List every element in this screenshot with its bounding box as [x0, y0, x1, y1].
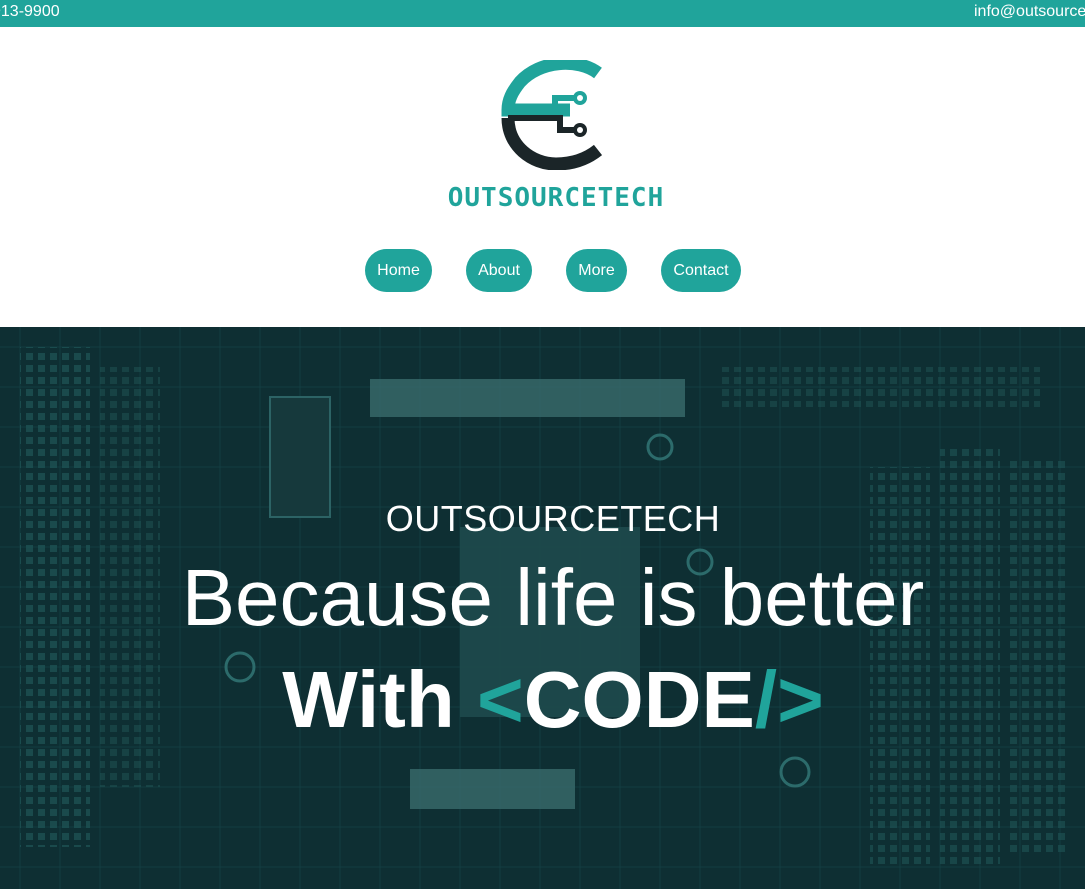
main-nav: Home About More Contact — [0, 249, 1085, 292]
code-slash: / — [754, 655, 778, 744]
brand-wordmark[interactable]: OUTSOURCETECH — [0, 183, 1085, 213]
circuit-e-logo-icon[interactable] — [500, 60, 606, 170]
phone-number[interactable]: 913-9900 — [0, 3, 60, 21]
hero-banner: OUTSOURCETECH Because life is better Wit… — [0, 327, 1085, 889]
code-close-bracket: > — [777, 655, 824, 744]
nav-more-button[interactable]: More — [566, 249, 627, 292]
code-word: CODE — [523, 655, 755, 744]
nav-home-button[interactable]: Home — [365, 249, 432, 292]
hero-with-text: With — [282, 655, 477, 744]
site-header: OUTSOURCETECH Home About More Contact — [0, 27, 1085, 327]
nav-contact-button[interactable]: Contact — [661, 249, 741, 292]
top-contact-bar: 913-9900 info@outsource — [0, 0, 1085, 27]
email-link[interactable]: info@outsource — [974, 3, 1085, 21]
code-open-bracket: < — [476, 655, 524, 744]
hero-eyebrow: OUTSOURCETECH — [385, 498, 721, 539]
hero-headline-line2: With <CODE/> — [0, 655, 1085, 745]
nav-about-button[interactable]: About — [466, 249, 532, 292]
hero-headline-line1: Because life is better — [181, 553, 925, 642]
